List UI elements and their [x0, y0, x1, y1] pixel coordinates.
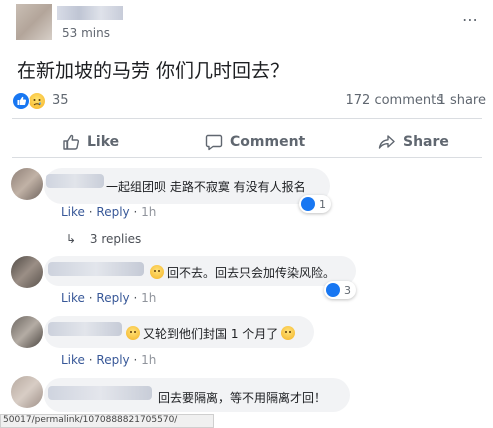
post-header: 53 mins ⋯: [0, 0, 493, 48]
like-button-label: Like: [87, 134, 120, 150]
comment-meta: Like · Reply · 1h: [61, 205, 157, 219]
worried-emoji-icon: [150, 265, 164, 279]
like-reaction-icon: [301, 197, 315, 211]
comment-button-label: Comment: [230, 134, 306, 150]
comment-button[interactable]: Comment: [205, 128, 305, 156]
comment-time[interactable]: 1h: [141, 205, 156, 219]
share-arrow-icon: [378, 135, 395, 149]
comment-reply-link[interactable]: Reply: [96, 205, 129, 219]
comment-like-link[interactable]: Like: [61, 353, 85, 367]
share-button-label: Share: [403, 134, 449, 150]
comment-time[interactable]: 1h: [141, 353, 156, 367]
grimace-emoji-icon: [281, 326, 296, 340]
comment-reaction-count: 1: [319, 197, 326, 211]
comment-reply-link[interactable]: Reply: [96, 291, 129, 305]
comment-meta: Like · Reply · 1h: [61, 291, 157, 305]
author-name-blurred[interactable]: [57, 6, 123, 20]
comment-text: 又轮到他们封国 1 个月了: [126, 325, 298, 342]
divider: [12, 118, 482, 119]
thinking-emoji-icon: [126, 326, 140, 340]
comment-text: 一起组团呗 走路不寂寞 有没有人报名: [106, 180, 306, 194]
like-button[interactable]: Like: [62, 128, 119, 156]
commenter-name-blurred[interactable]: [48, 262, 144, 276]
thumbs-up-icon: [63, 134, 80, 150]
like-reaction-icon[interactable]: [12, 92, 30, 110]
comment-text-value: 回不去。回去只会加传染风险。: [167, 266, 336, 280]
post-text: 在新加坡的马劳 你们几时回去？: [17, 60, 290, 82]
more-dots-icon[interactable]: ⋯: [462, 10, 479, 29]
comments-count[interactable]: 172 comments: [346, 93, 443, 108]
sad-reaction-icon[interactable]: [28, 92, 46, 110]
comment-avatar[interactable]: [11, 168, 43, 200]
comment-avatar[interactable]: [11, 376, 43, 408]
comment-text: 回去要隔离，等不用隔离才回！: [158, 391, 327, 405]
view-replies-link[interactable]: ↳ 3 replies: [66, 232, 141, 246]
comment-avatar[interactable]: [11, 316, 43, 348]
comment-reply-link[interactable]: Reply: [96, 353, 129, 367]
comment-text: 回不去。回去只会加传染风险。: [150, 264, 335, 281]
commenter-name-blurred[interactable]: [48, 322, 122, 336]
comment-bubble-icon: [205, 134, 223, 151]
comment-like-link[interactable]: Like: [61, 291, 85, 305]
comment-text-value: 又轮到他们封国 1 个月了: [143, 327, 279, 341]
comment-like-link[interactable]: Like: [61, 205, 85, 219]
reply-arrow-icon: ↳: [66, 232, 77, 246]
comment-reaction-pill[interactable]: 3: [324, 281, 356, 299]
post-timestamp[interactable]: 53 mins: [62, 26, 110, 40]
share-button[interactable]: Share: [378, 128, 449, 156]
shares-count[interactable]: 1 share: [438, 93, 486, 108]
comment-avatar[interactable]: [11, 256, 43, 288]
status-url-bar: 50017/permalink/1070888821705570/: [0, 414, 214, 428]
divider: [12, 157, 482, 158]
comment-meta: Like · Reply · 1h: [61, 353, 157, 367]
reaction-count[interactable]: 35: [52, 93, 69, 108]
view-replies-label: 3 replies: [89, 232, 142, 246]
commenter-name-blurred[interactable]: [46, 174, 104, 188]
comment-time[interactable]: 1h: [141, 291, 156, 305]
like-reaction-icon: [326, 283, 340, 297]
reactions-summary: 35 172 comments 1 share: [0, 88, 493, 112]
author-avatar[interactable]: [16, 4, 52, 40]
commenter-name-blurred[interactable]: [48, 386, 152, 400]
comment-reaction-count: 3: [344, 283, 351, 297]
comment-reaction-pill[interactable]: 1: [299, 195, 331, 213]
